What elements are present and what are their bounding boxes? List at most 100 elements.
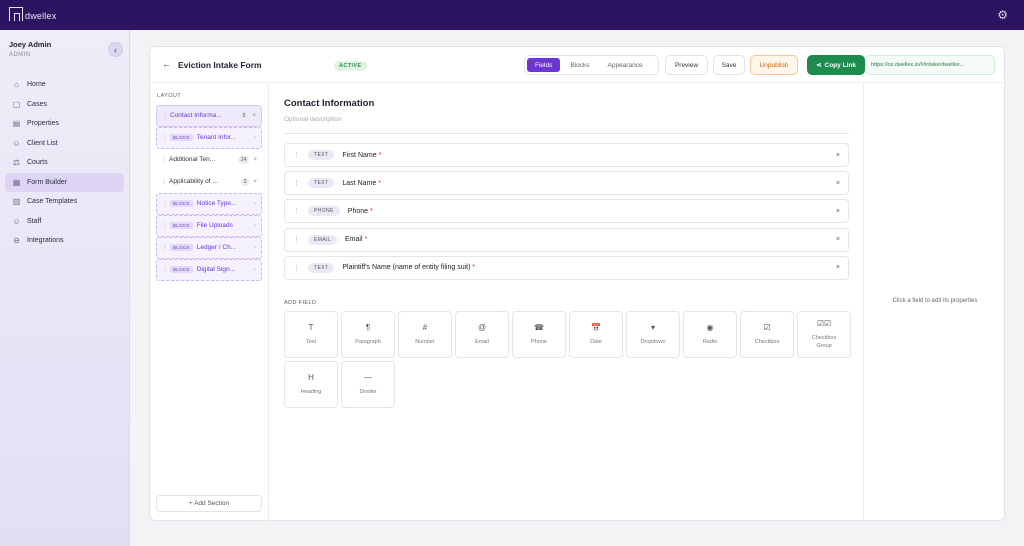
chevron-right-icon[interactable]: › [254,223,256,229]
add-field-heading[interactable]: H Heading [284,361,338,408]
field-row[interactable]: ⋮ TEXT Last Name * × [284,171,849,196]
collapse-sidebar-button[interactable]: ‹ [108,42,123,57]
sidebar-item-staff[interactable]: ☺ Staff [5,212,124,232]
top-bar: dwellex ⚙ [0,0,1024,30]
remove-field-icon[interactable]: × [836,236,840,243]
unpublish-button[interactable]: Unpublish [750,55,798,75]
sidebar-item-home[interactable]: ⌂ Home [5,75,124,95]
drag-handle-icon[interactable]: ⋮ [161,178,167,185]
layout-section[interactable]: ⋮ Additional Ten... 24 × [156,149,262,171]
add-field-text[interactable]: T Text [284,311,338,358]
radio-icon: ◉ [706,323,714,332]
drag-handle-icon[interactable]: ⋮ [162,244,168,251]
add-field-divider[interactable]: — Divider [341,361,395,408]
chevron-right-icon[interactable]: › [254,245,256,251]
field-label: Plaintiff's Name (name of entity filing … [342,264,828,271]
form-url[interactable]: https://os.dwellex.io/#/intake/dwellex..… [865,55,995,75]
drag-handle-icon[interactable]: ⋮ [293,151,300,159]
sidebar-item-client-list[interactable]: ☺ Client List [5,134,124,154]
add-field-number[interactable]: # Number [398,311,452,358]
back-arrow-icon[interactable]: ← [162,59,171,69]
add-field-paragraph[interactable]: ¶ Paragraph [341,311,395,358]
tab-blocks[interactable]: Blocks [562,58,597,72]
sidebar-nav: ⌂ Home ▢ Cases ▤ Properties ☺ Client List ⚖ Court… [5,75,124,251]
chevron-right-icon[interactable]: › [254,267,256,273]
add-field-checkbox[interactable]: ☑ Checkbox [740,311,794,358]
preview-button[interactable]: Preview [665,55,708,75]
field-row[interactable]: ⋮ EMAIL Email * × [284,227,849,252]
remove-icon[interactable]: × [253,157,257,163]
drag-handle-icon[interactable]: ⋮ [162,266,168,273]
field-type-badge: TEXT [308,262,335,273]
section-name: Contact Informa... [170,112,222,120]
layout-section[interactable]: ⋮ Contact Informa... 5 × [156,105,262,127]
add-section-button[interactable]: + Add Section [156,495,262,512]
divider [284,133,849,134]
remove-field-icon[interactable]: × [836,152,840,159]
copy-link-button[interactable]: ⋖ Copy Link [807,55,865,75]
field-label-text: Email [345,236,363,244]
users-icon: ☺ [12,138,21,148]
layout-block[interactable]: ⋮ BLOCK Ledger / Ch... › [156,237,262,259]
drag-handle-icon[interactable]: ⋮ [161,156,167,163]
add-field-phone[interactable]: ☎ Phone [512,311,566,358]
sidebar-item-cases[interactable]: ▢ Cases [5,95,124,115]
share-icon: ⋖ [816,62,822,69]
layout-section[interactable]: ⋮ Applicability of ... 2 × [156,171,262,193]
sidebar-item-label: Courts [27,159,48,167]
layout-block[interactable]: ⋮ BLOCK Tenant Infor... › [156,127,262,149]
field-type-label: Divider [359,389,377,395]
remove-icon[interactable]: × [253,179,257,185]
sidebar-item-case-templates[interactable]: ▥ Case Templates [5,192,124,212]
field-count-badge: 5 [239,111,249,120]
add-field-email[interactable]: @ Email [455,311,509,358]
field-type-label: Heading [300,389,322,395]
drag-handle-icon[interactable]: ⋮ [293,236,300,244]
sidebar-item-label: Cases [27,100,47,108]
sidebar-item-form-builder[interactable]: ▦ Form Builder [5,172,124,192]
layout-block[interactable]: ⋮ BLOCK File Uploads › [156,215,262,237]
remove-field-icon[interactable]: × [836,264,840,271]
field-row[interactable]: ⋮ TEXT Plaintiff's Name (name of entity fi… [284,255,849,280]
chevron-right-icon[interactable]: › [254,201,256,207]
drag-handle-icon[interactable]: ⋮ [162,134,168,141]
drag-handle-icon[interactable]: ⋮ [162,112,168,119]
remove-field-icon[interactable]: × [836,180,840,187]
section-name: Digital Sign... [196,266,236,274]
section-name: Ledger / Ch... [196,244,237,252]
tab-appearance[interactable]: Appearance [600,58,651,72]
home-icon: ⌂ [14,80,19,90]
field-row[interactable]: ⋮ PHONE Phone * × [284,199,849,224]
layout-panel: LAYOUT ⋮ Contact Informa... 5 × ⋮ BLOCK Tenant… [150,84,269,521]
remove-icon[interactable]: × [252,113,256,119]
drag-handle-icon[interactable]: ⋮ [162,200,168,207]
form-title: Eviction Intake Form [178,60,262,70]
add-field-label: ADD FIELD [284,300,317,306]
drag-handle-icon[interactable]: ⋮ [162,222,168,229]
brand-logo[interactable]: dwellex [9,6,56,21]
drag-handle-icon[interactable]: ⋮ [293,179,300,187]
sidebar-item-integrations[interactable]: ⊖ Integrations [5,231,124,251]
layout-block[interactable]: ⋮ BLOCK Digital Sign... › [156,259,262,281]
block-badge: BLOCK [170,134,193,142]
add-field-checkbox-group[interactable]: ☑☑ Checkbox Group [797,311,851,358]
section-title[interactable]: Contact Information [284,98,374,109]
save-button[interactable]: Save [713,55,745,75]
drag-handle-icon[interactable]: ⋮ [293,207,300,215]
section-description[interactable]: Optional description [284,116,341,123]
chevron-right-icon[interactable]: › [254,135,256,141]
field-label-text: Last Name [342,179,377,187]
add-field-radio[interactable]: ◉ Radio [683,311,737,358]
sidebar-item-courts[interactable]: ⚖ Courts [5,153,124,173]
settings-gear-icon[interactable]: ⚙ [997,8,1008,22]
add-field-dropdown[interactable]: ▾ Dropdown [626,311,680,358]
required-marker: * [364,236,368,244]
field-row[interactable]: ⋮ TEXT First Name * × [284,143,849,167]
brand-name: dwellex [25,11,57,21]
remove-field-icon[interactable]: × [836,208,840,215]
layout-block[interactable]: ⋮ BLOCK Notice Type... › [156,193,262,215]
add-field-date[interactable]: 📅 Date [569,311,623,358]
sidebar-item-properties[interactable]: ▤ Properties [5,114,124,134]
tab-fields[interactable]: Fields [527,58,561,72]
drag-handle-icon[interactable]: ⋮ [293,264,300,272]
